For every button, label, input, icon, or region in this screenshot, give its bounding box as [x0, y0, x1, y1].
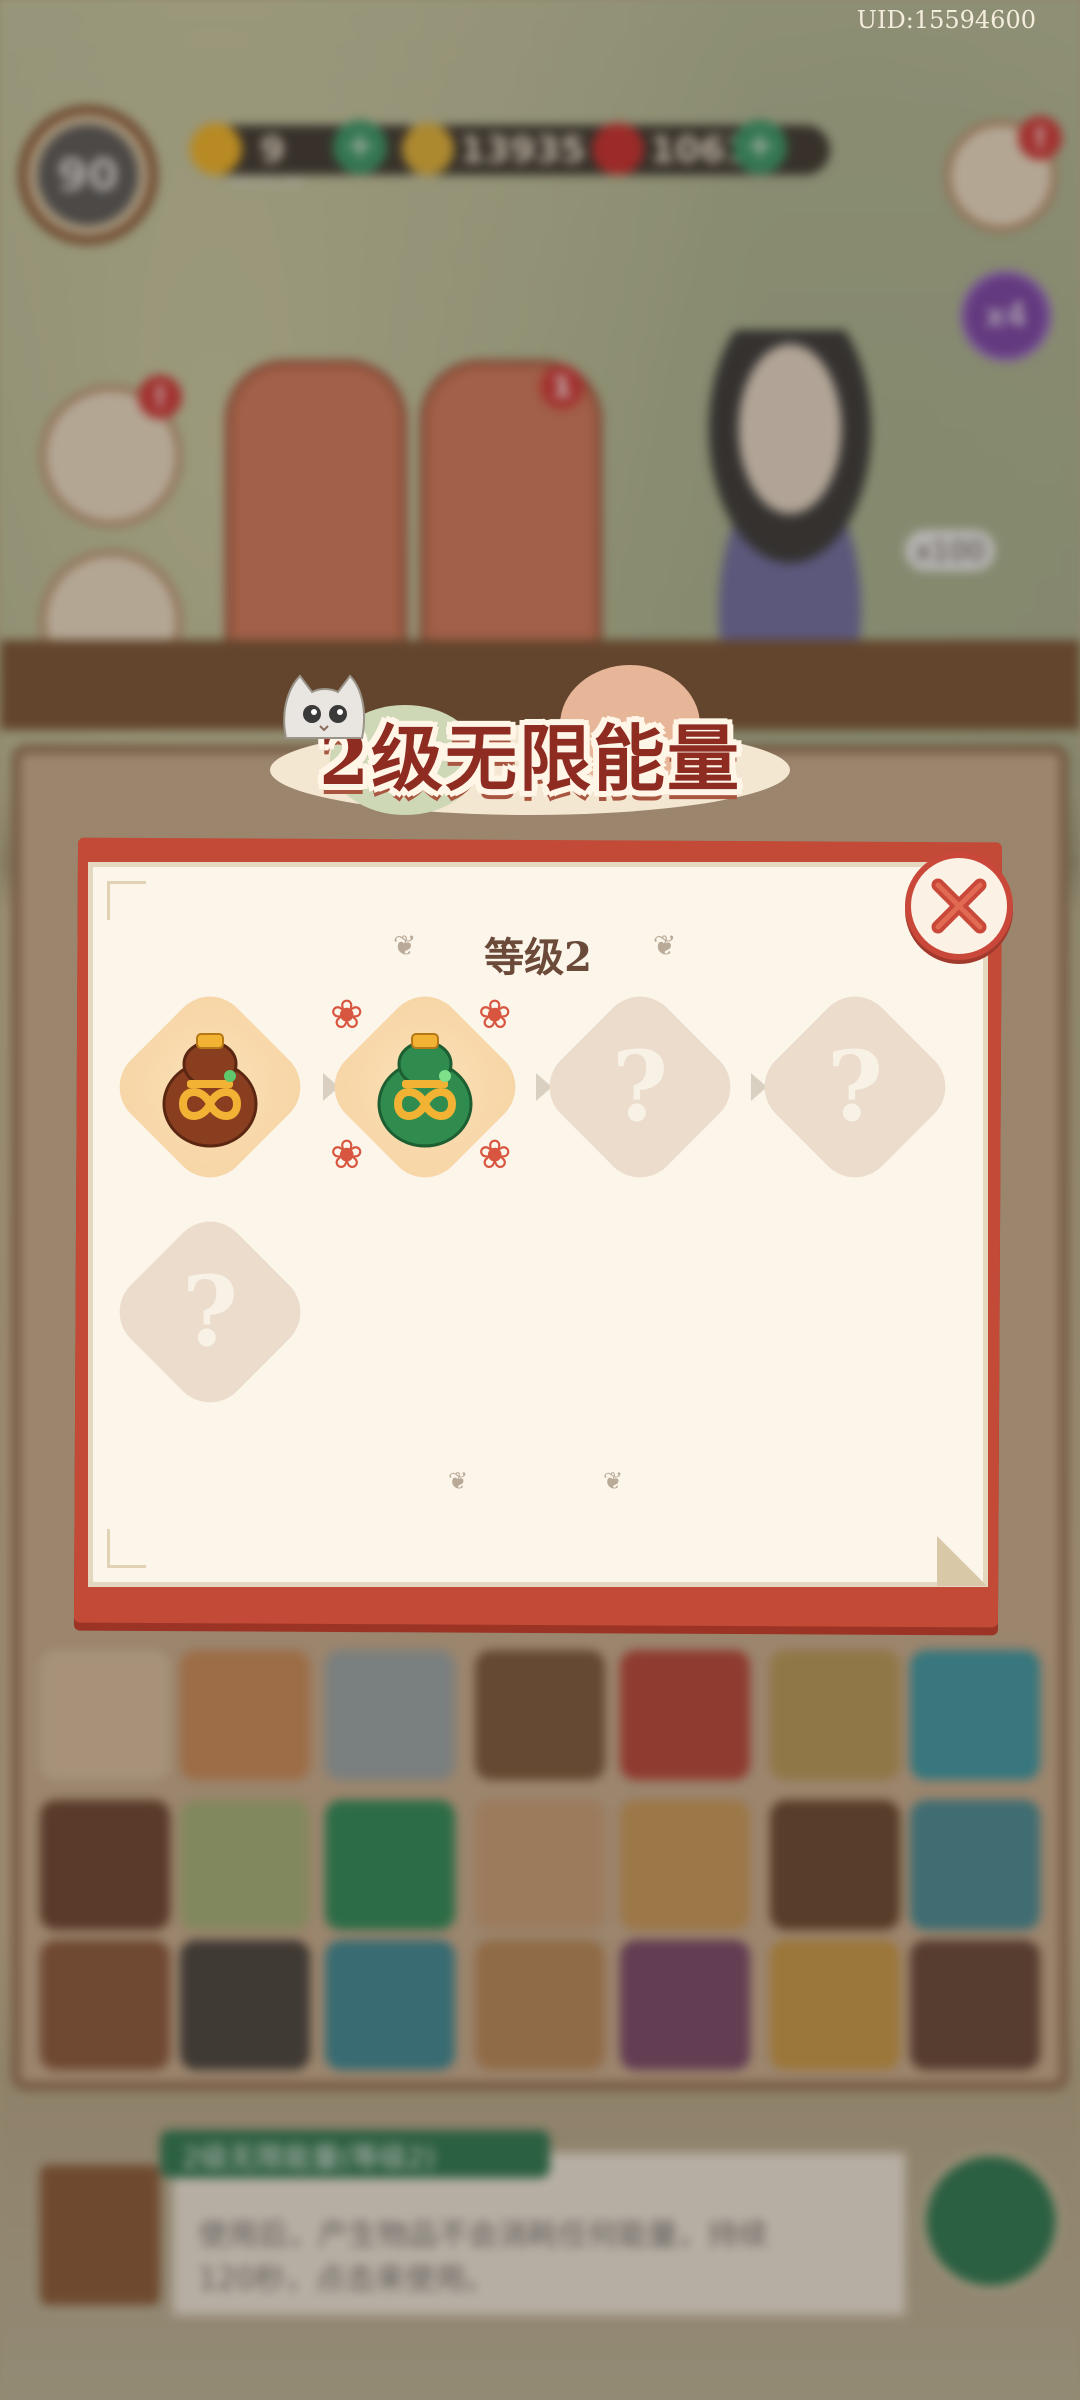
chain-slot-5-locked[interactable]: ?: [103, 1205, 317, 1419]
question-mark-icon: ?: [826, 1030, 884, 1143]
close-button[interactable]: [905, 852, 1013, 960]
question-mark-icon: ?: [181, 1255, 239, 1368]
chain-slot-1[interactable]: [103, 980, 317, 1194]
question-mark-icon: ?: [611, 1030, 669, 1143]
close-icon: [931, 878, 987, 934]
uid-label: UID:15594600: [856, 6, 1036, 34]
ornament-bottom-right-icon: ❦: [603, 1467, 624, 1495]
cat-mascot-icon: [283, 674, 366, 739]
page-fold: [937, 1536, 987, 1586]
brown-infinity-gourd-icon: [162, 1033, 258, 1148]
chain-slot-2-selected[interactable]: ❀ ❀ ❀ ❀: [318, 980, 532, 1194]
popup-panel: ❦ 等级2 ❦ ❦ ❦ ❀ ❀ ❀ ❀ ? ? ?: [88, 862, 988, 1587]
chain-slot-3-locked[interactable]: ?: [533, 980, 747, 1194]
corner-decoration: [107, 881, 146, 920]
level-title: 等级2: [484, 934, 592, 981]
ornament-right-icon: ❦: [653, 929, 677, 962]
green-infinity-gourd-icon: [377, 1033, 473, 1148]
chain-slot-4-locked[interactable]: ?: [748, 980, 962, 1194]
ornament-bottom-left-icon: ❦: [448, 1467, 469, 1495]
corner-decoration: [107, 1529, 146, 1568]
